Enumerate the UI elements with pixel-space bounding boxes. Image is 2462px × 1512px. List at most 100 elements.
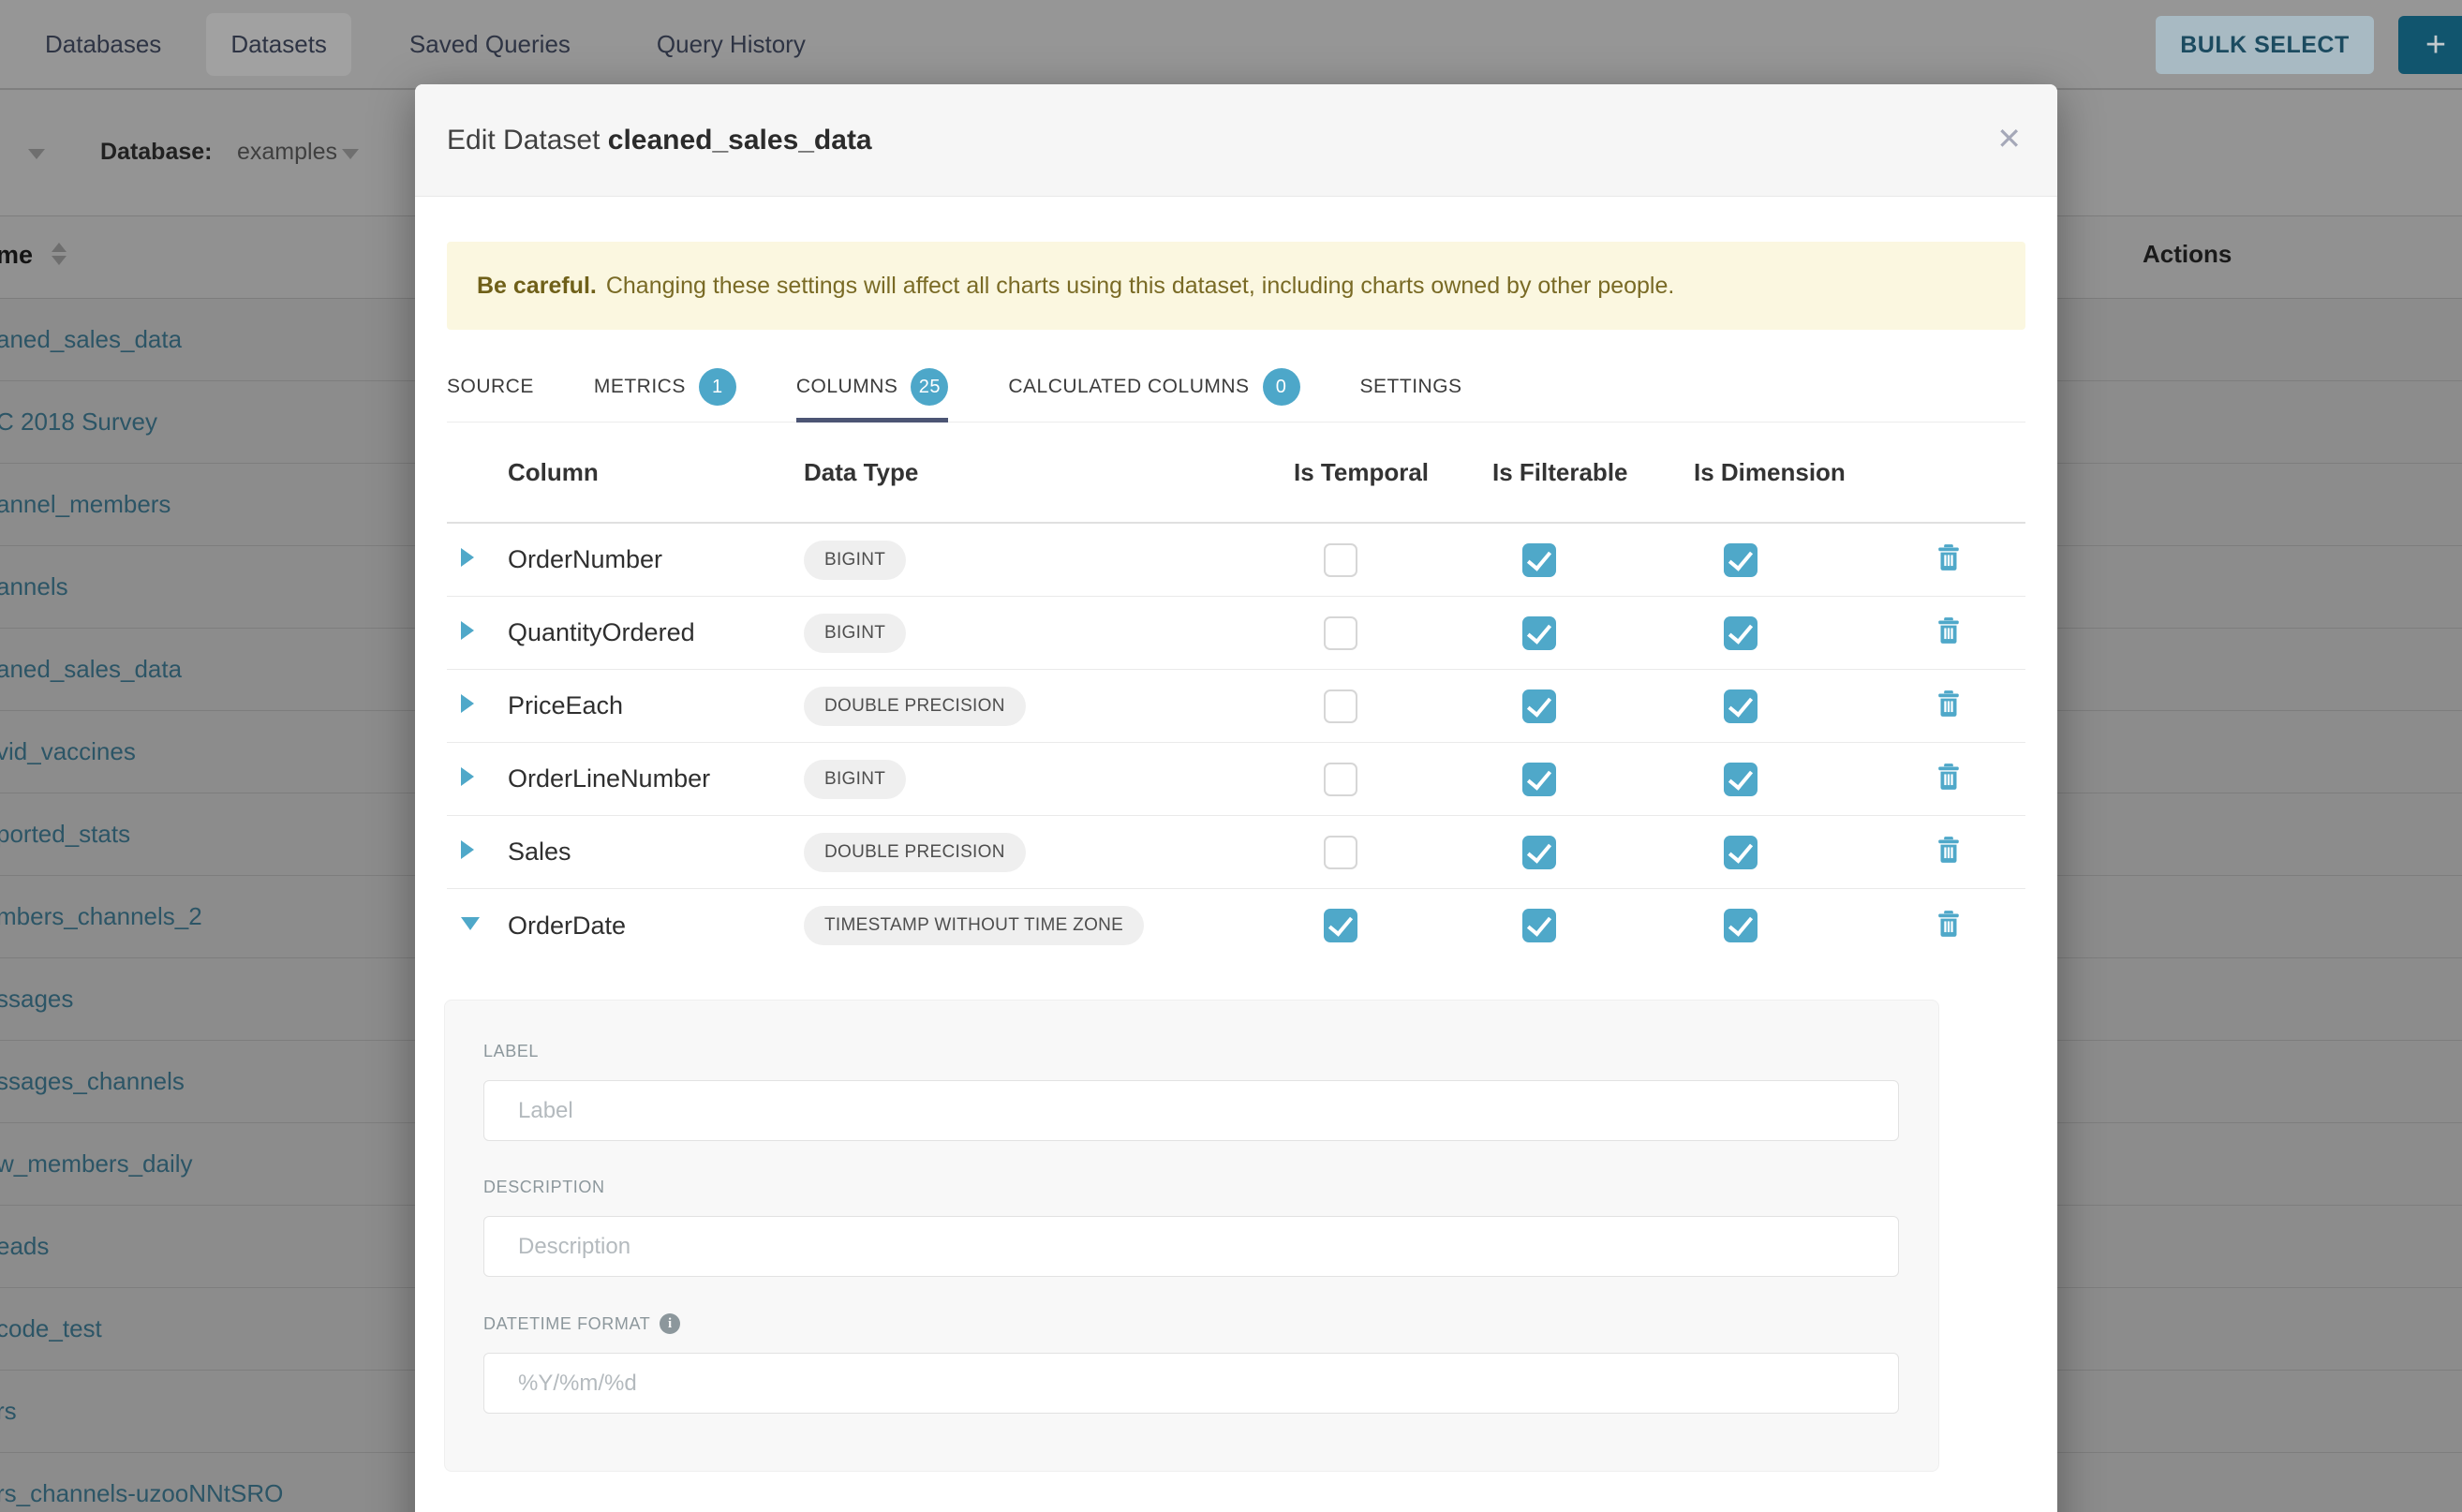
is-dimension-checkbox[interactable]	[1724, 543, 1758, 577]
nav-item-datasets[interactable]: Datasets	[206, 13, 351, 76]
delete-column-trash-icon[interactable]	[1933, 908, 1965, 940]
datetime-format-field-label: DATETIME FORMAT i	[483, 1313, 1897, 1334]
delete-column-trash-icon[interactable]	[1933, 834, 1965, 866]
data-type-pill: DOUBLE PRECISION	[804, 687, 1026, 726]
expand-caret-icon[interactable]	[461, 840, 474, 859]
dataset-link[interactable]: ported_stats	[0, 820, 130, 849]
data-type-pill: BIGINT	[804, 541, 906, 580]
tab-calculated-columns[interactable]: CALCULATED COLUMNS 0	[1008, 352, 1299, 422]
is-temporal-checkbox[interactable]	[1324, 763, 1357, 796]
is-dimension-header: Is Dimension	[1694, 458, 1933, 487]
dataset-link[interactable]: aned_sales_data	[0, 325, 182, 354]
dataset-link[interactable]: ssages_channels	[0, 1067, 185, 1096]
nav-item-databases[interactable]: Databases	[21, 13, 185, 76]
is-filterable-checkbox[interactable]	[1522, 689, 1556, 723]
info-icon[interactable]: i	[660, 1313, 680, 1334]
warning-banner: Be careful. Changing these settings will…	[447, 242, 2025, 330]
is-temporal-checkbox[interactable]	[1324, 909, 1357, 942]
tab-label: CALCULATED COLUMNS	[1008, 376, 1249, 398]
tab-count-badge: 0	[1263, 368, 1300, 406]
is-dimension-checkbox[interactable]	[1724, 616, 1758, 650]
is-dimension-checkbox[interactable]	[1724, 909, 1758, 942]
modal-title-prefix: Edit Dataset	[447, 125, 600, 156]
expand-caret-icon[interactable]	[461, 621, 474, 640]
is-temporal-checkbox[interactable]	[1324, 616, 1357, 650]
dataset-link[interactable]: code_test	[0, 1314, 102, 1343]
column-row-sales: SalesDOUBLE PRECISION	[447, 816, 2025, 889]
top-nav: Databases Datasets Saved Queries Query Hist…	[0, 0, 2462, 90]
nav-item-saved-queries[interactable]: Saved Queries	[385, 13, 595, 76]
delete-column-trash-icon[interactable]	[1933, 541, 1965, 573]
column-row-priceeach: PriceEachDOUBLE PRECISION	[447, 670, 2025, 743]
nav-item-query-history[interactable]: Query History	[632, 13, 830, 76]
is-dimension-checkbox[interactable]	[1724, 763, 1758, 796]
delete-column-trash-icon[interactable]	[1933, 761, 1965, 793]
dataset-link[interactable]: mbers_channels_2	[0, 902, 202, 931]
expand-caret-icon[interactable]	[461, 767, 474, 786]
sort-icon[interactable]	[52, 243, 67, 265]
is-temporal-checkbox[interactable]	[1324, 543, 1357, 577]
bulk-select-button[interactable]: BULK SELECT	[2156, 16, 2374, 74]
database-filter-value[interactable]: examples	[237, 139, 337, 166]
modal-body: Be careful. Changing these settings will…	[415, 242, 2057, 1472]
warning-text: Changing these settings will affect all …	[606, 273, 1675, 300]
tab-settings[interactable]: SETTINGS	[1360, 352, 1462, 422]
data-type-pill: DOUBLE PRECISION	[804, 833, 1026, 872]
is-filterable-checkbox[interactable]	[1522, 836, 1556, 869]
is-dimension-checkbox[interactable]	[1724, 836, 1758, 869]
is-filterable-checkbox[interactable]	[1522, 909, 1556, 942]
dataset-link[interactable]: eads	[0, 1232, 49, 1261]
name-column-header[interactable]: me	[0, 241, 33, 270]
dataset-link[interactable]: annels	[0, 572, 68, 601]
chevron-down-icon[interactable]	[342, 149, 359, 159]
is-filterable-checkbox[interactable]	[1522, 543, 1556, 577]
dataset-link[interactable]: annel_members	[0, 490, 171, 519]
add-dataset-button[interactable]: +	[2398, 16, 2462, 74]
modal-title-dataset-name: cleaned_sales_data	[608, 125, 872, 156]
dataset-link[interactable]: aned_sales_data	[0, 655, 182, 684]
tab-label: SOURCE	[447, 376, 534, 398]
columns-table-header: Column Data Type Is Temporal Is Filterab…	[447, 422, 2025, 524]
column-name: PriceEach	[508, 691, 804, 720]
column-detail-panel: LABEL DESCRIPTION DATETIME FORMAT i	[444, 1000, 1939, 1472]
is-filterable-checkbox[interactable]	[1522, 763, 1556, 796]
column-header: Column	[508, 458, 804, 487]
close-icon[interactable]: ✕	[1996, 124, 2022, 154]
column-row-orderdate: OrderDateTIMESTAMP WITHOUT TIME ZONE	[447, 889, 2025, 962]
dataset-link[interactable]: rs_channels-uzooNNtSRO	[0, 1479, 283, 1508]
tab-source[interactable]: SOURCE	[447, 352, 534, 422]
collapse-caret-icon[interactable]	[461, 917, 480, 930]
modal-title: Edit Dataset cleaned_sales_data	[447, 125, 872, 156]
tab-columns[interactable]: COLUMNS25	[796, 352, 949, 422]
delete-column-trash-icon[interactable]	[1933, 615, 1965, 646]
expand-caret-icon[interactable]	[461, 694, 474, 713]
column-name: QuantityOrdered	[508, 618, 804, 647]
modal-header: Edit Dataset cleaned_sales_data ✕	[415, 84, 2057, 197]
chevron-down-icon[interactable]	[28, 149, 45, 159]
dataset-link[interactable]: C 2018 Survey	[0, 408, 157, 437]
column-row-orderlinenumber: OrderLineNumberBIGINT	[447, 743, 2025, 816]
dataset-link[interactable]: w_members_daily	[0, 1149, 193, 1178]
is-temporal-checkbox[interactable]	[1324, 836, 1357, 869]
database-filter-label: Database:	[100, 139, 213, 166]
data-type-header: Data Type	[804, 458, 1309, 487]
is-dimension-checkbox[interactable]	[1724, 689, 1758, 723]
dataset-link[interactable]: rs	[0, 1397, 17, 1426]
tab-label: METRICS	[594, 376, 686, 398]
expand-caret-icon[interactable]	[461, 548, 474, 567]
delete-column-trash-icon[interactable]	[1933, 688, 1965, 719]
page: Databases Datasets Saved Queries Query Hist…	[0, 0, 2462, 1512]
is-filterable-header: Is Filterable	[1492, 458, 1709, 487]
warning-bold: Be careful.	[477, 273, 597, 300]
tab-metrics[interactable]: METRICS1	[594, 352, 736, 422]
edit-dataset-modal: Edit Dataset cleaned_sales_data ✕ Be car…	[415, 84, 2057, 1512]
column-row-quantityordered: QuantityOrderedBIGINT	[447, 597, 2025, 670]
datetime-format-input[interactable]	[483, 1353, 1899, 1414]
is-filterable-checkbox[interactable]	[1522, 616, 1556, 650]
label-input[interactable]	[483, 1080, 1899, 1141]
dataset-link[interactable]: ssages	[0, 985, 73, 1014]
dataset-link[interactable]: vid_vaccines	[0, 737, 136, 766]
description-field-label: DESCRIPTION	[483, 1178, 1897, 1197]
is-temporal-checkbox[interactable]	[1324, 689, 1357, 723]
description-input[interactable]	[483, 1216, 1899, 1277]
